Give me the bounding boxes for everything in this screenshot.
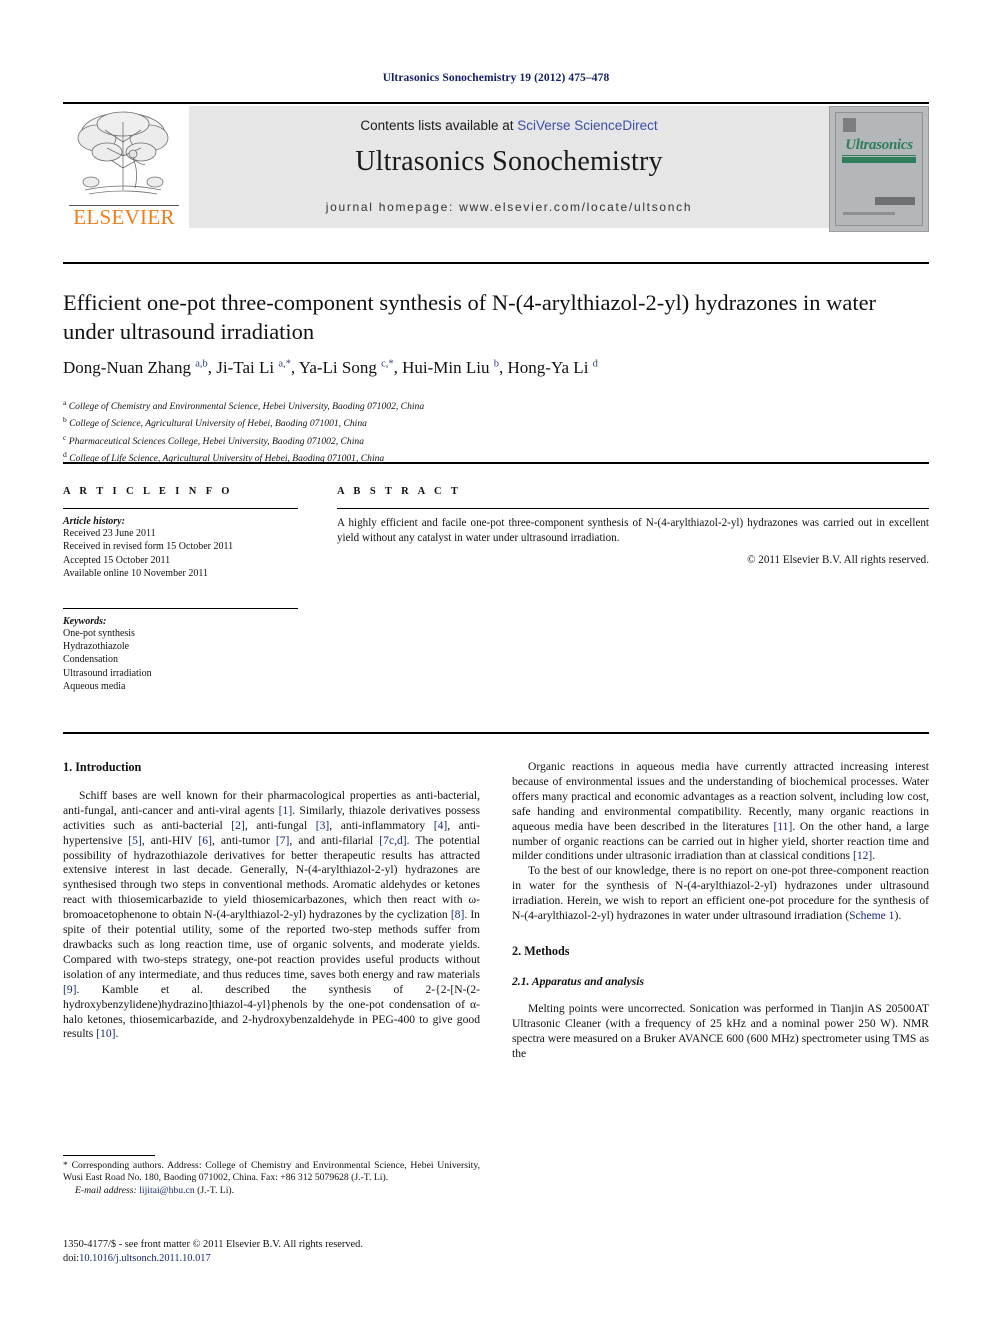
article-title: Efficient one-pot three-component synthe… bbox=[63, 290, 877, 344]
authors-bottom-rule bbox=[63, 462, 929, 464]
body-column-right: Organic reactions in aqueous media have … bbox=[512, 760, 929, 1061]
article-history-list: Received 23 June 2011 Received in revised… bbox=[63, 527, 298, 581]
journal-article-page: Ultrasonics Sonochemistry 19 (2012) 475–… bbox=[0, 0, 992, 1323]
abstract-block: A B S T R A C T A highly efficient and f… bbox=[337, 486, 929, 566]
intro-paragraph-1: Schiff bases are well known for their ph… bbox=[63, 788, 481, 1041]
email-line: E-mail address: lijitai@hbu.cn (J.-T. Li… bbox=[63, 1185, 480, 1197]
keyword-item: Condensation bbox=[63, 654, 118, 666]
keywords-block: Keywords: One-pot synthesis Hydrazothiazo… bbox=[63, 607, 298, 694]
author-list: Dong-Nuan Zhang a,b, Ji-Tai Li a,*, Ya-L… bbox=[63, 358, 598, 377]
elsevier-logo: ELSEVIER bbox=[63, 106, 185, 232]
intro-paragraph-2: Organic reactions in aqueous media have … bbox=[512, 760, 929, 863]
issn-front-matter: 1350-4177/$ - see front matter © 2011 El… bbox=[63, 1239, 363, 1250]
contents-lists-line: Contents lists available at SciVerse Sci… bbox=[189, 118, 829, 133]
sciencedirect-link[interactable]: SciVerse ScienceDirect bbox=[517, 118, 657, 133]
doi-label: doi: bbox=[63, 1252, 80, 1264]
elsevier-tree-icon bbox=[77, 111, 169, 195]
email-label: E-mail address: bbox=[75, 1184, 137, 1196]
affiliation-item: b College of Science, Agricultural Unive… bbox=[63, 415, 367, 430]
keywords-rule bbox=[63, 607, 298, 609]
article-history-item: Accepted 15 October 2011 bbox=[63, 554, 171, 566]
cover-footer-block-a bbox=[875, 197, 915, 205]
footnote-rule bbox=[63, 1155, 155, 1156]
email-link[interactable]: lijitai@hbu.cn bbox=[139, 1185, 194, 1196]
abstract-rule bbox=[337, 508, 929, 509]
journal-cover-inner: Ultrasonics bbox=[835, 112, 923, 226]
cover-journal-title: Ultrasonics bbox=[845, 137, 913, 153]
affiliation-item: c Pharmaceutical Sciences College, Hebei… bbox=[63, 432, 364, 447]
affiliation-list: a College of Chemistry and Environmental… bbox=[63, 396, 763, 466]
intro-paragraph-3: To the best of our knowledge, there is n… bbox=[512, 864, 929, 923]
journal-cover-thumbnail: Ultrasonics bbox=[829, 106, 929, 232]
journal-masthead: ELSEVIER Contents lists available at Sci… bbox=[63, 106, 929, 232]
article-info-block: A R T I C L E I N F O Article history: R… bbox=[63, 486, 298, 694]
masthead-band: Contents lists available at SciVerse Sci… bbox=[189, 106, 829, 228]
affiliation-item: a College of Chemistry and Environmental… bbox=[63, 398, 425, 413]
apparatus-paragraph: Melting points were uncorrected. Sonicat… bbox=[512, 1001, 929, 1060]
email-suffix: (J.-T. Li). bbox=[197, 1184, 235, 1196]
abstract-copyright: © 2011 Elsevier B.V. All rights reserved… bbox=[747, 554, 929, 567]
journal-title: Ultrasonics Sonochemistry bbox=[355, 146, 663, 177]
doi-link[interactable]: 10.1016/j.ultsonch.2011.10.017 bbox=[79, 1253, 211, 1264]
article-history-item: Available online 10 November 2011 bbox=[63, 568, 208, 580]
subsection-heading-apparatus: 2.1. Apparatus and analysis bbox=[512, 974, 644, 988]
keyword-item: Hydrazothiazole bbox=[63, 641, 130, 653]
abstract-text: A highly efficient and facile one-pot th… bbox=[337, 517, 929, 544]
section-heading-introduction: 1. Introduction bbox=[63, 760, 142, 774]
cover-rule bbox=[842, 155, 916, 156]
section-heading-methods: 2. Methods bbox=[512, 943, 570, 958]
article-history-label: Article history: bbox=[63, 516, 125, 527]
cover-footer-block-b bbox=[843, 212, 895, 215]
cover-elsevier-mark-icon bbox=[843, 118, 856, 132]
article-history-item: Received in revised form 15 October 2011 bbox=[63, 541, 234, 553]
article-history-item: Received 23 June 2011 bbox=[63, 528, 156, 539]
abstract-bottom-rule bbox=[63, 732, 929, 734]
cover-journal-subtitle bbox=[842, 157, 916, 163]
corresponding-author-footnote: * Corresponding authors. Address: Colleg… bbox=[63, 1160, 480, 1197]
article-info-rule bbox=[63, 508, 298, 509]
keyword-item: Aqueous media bbox=[63, 681, 126, 693]
keywords-label: Keywords: bbox=[63, 615, 107, 627]
keywords-list: One-pot synthesis Hydrazothiazole Condensa… bbox=[63, 627, 298, 694]
abstract-heading: A B S T R A C T bbox=[337, 486, 462, 497]
keyword-item: Ultrasound irradiation bbox=[63, 667, 152, 679]
imprint-block: 1350-4177/$ - see front matter © 2011 El… bbox=[63, 1238, 493, 1265]
running-head: Ultrasonics Sonochemistry 19 (2012) 475–… bbox=[382, 72, 610, 84]
elsevier-wordmark: ELSEVIER bbox=[73, 205, 175, 229]
body-column-left: 1. Introduction Schiff bases are well kn… bbox=[63, 760, 480, 1042]
journal-homepage-line[interactable]: journal homepage: www.elsevier.com/locat… bbox=[189, 200, 829, 214]
top-rule bbox=[63, 102, 929, 104]
corresponding-author-text: * Corresponding authors. Address: Colleg… bbox=[63, 1160, 480, 1184]
article-info-heading: A R T I C L E I N F O bbox=[63, 486, 233, 497]
masthead-bottom-rule bbox=[63, 262, 929, 264]
contents-lists-prefix: Contents lists available at bbox=[360, 118, 518, 133]
doi-line: doi:10.1016/j.ultsonch.2011.10.017 bbox=[63, 1252, 493, 1266]
keyword-item: One-pot synthesis bbox=[63, 627, 135, 639]
